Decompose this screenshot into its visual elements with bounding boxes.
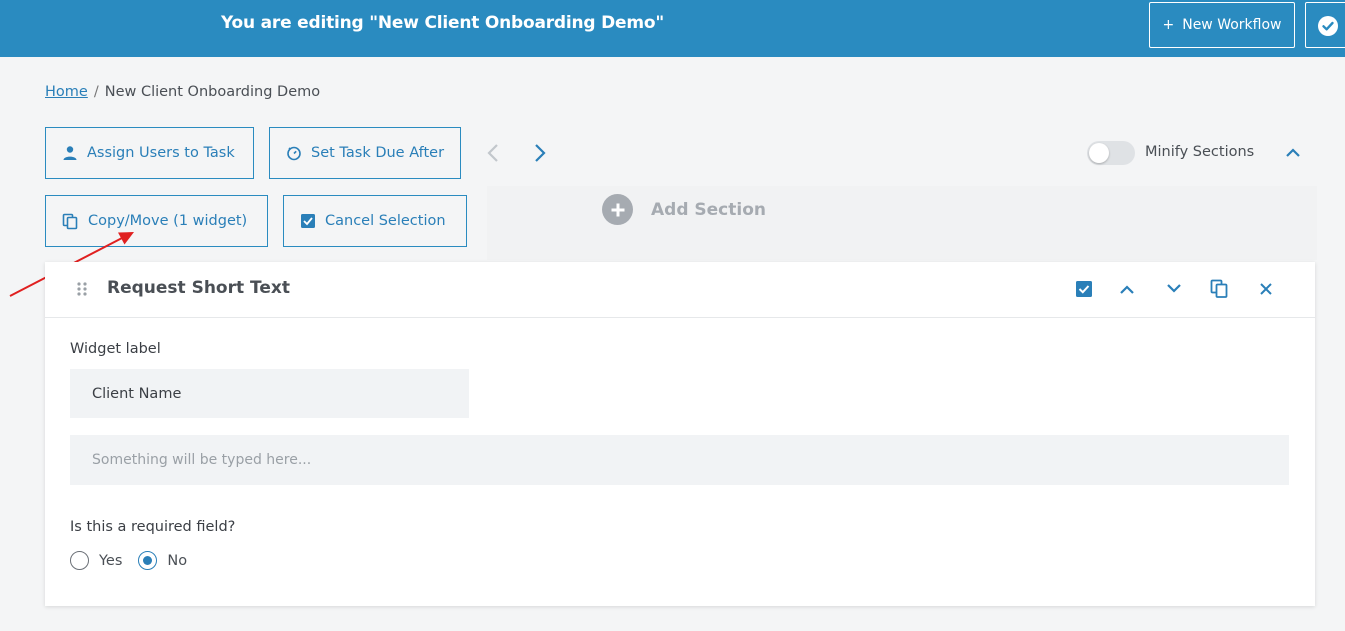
- radio-yes[interactable]: [70, 551, 89, 570]
- add-section-label: Add Section: [651, 199, 766, 220]
- toggle-knob: [1089, 143, 1109, 163]
- cancel-selection-button[interactable]: Cancel Selection: [283, 195, 467, 247]
- new-workflow-label: New Workflow: [1182, 17, 1282, 33]
- set-task-due-label: Set Task Due After: [311, 145, 445, 161]
- add-section-button[interactable]: Add Section: [602, 194, 766, 225]
- close-icon[interactable]: [1259, 282, 1273, 296]
- move-up-icon[interactable]: [1118, 282, 1136, 296]
- assign-users-button[interactable]: Assign Users to Task: [45, 127, 254, 179]
- user-icon: [63, 146, 77, 160]
- publish-button[interactable]: [1305, 2, 1345, 48]
- breadcrumb-separator: /: [93, 84, 99, 100]
- widget-label-input[interactable]: [70, 369, 469, 418]
- widget-title: Request Short Text: [107, 278, 290, 298]
- select-checkbox-icon[interactable]: [1075, 280, 1093, 298]
- plus-icon: +: [1162, 17, 1175, 33]
- set-task-due-button[interactable]: Set Task Due After: [269, 127, 461, 179]
- minify-sections-label: Minify Sections: [1145, 144, 1255, 160]
- radio-no-label: No: [167, 552, 188, 569]
- cancel-selection-label: Cancel Selection: [325, 213, 446, 229]
- timer-icon: [287, 146, 301, 161]
- editing-title: You are editing "New Client Onboarding D…: [221, 13, 665, 33]
- widget-header: Request Short Text: [45, 262, 1315, 318]
- breadcrumb: Home / New Client Onboarding Demo: [45, 84, 320, 100]
- plus-circle-icon: [602, 194, 633, 225]
- check-circle-icon: [1318, 16, 1338, 36]
- short-text-preview-input[interactable]: Something will be typed here...: [70, 435, 1289, 485]
- required-radio-group: Yes No: [70, 551, 203, 570]
- top-bar: You are editing "New Client Onboarding D…: [0, 0, 1345, 57]
- breadcrumb-current: New Client Onboarding Demo: [104, 84, 321, 100]
- widget-label-caption: Widget label: [70, 341, 161, 357]
- minify-sections-toggle[interactable]: [1087, 141, 1135, 165]
- radio-yes-label: Yes: [99, 552, 123, 569]
- new-workflow-button[interactable]: + New Workflow: [1149, 2, 1295, 48]
- radio-no[interactable]: [138, 551, 158, 570]
- chevron-up-icon[interactable]: [1284, 145, 1302, 159]
- chevron-left-icon[interactable]: [485, 142, 501, 164]
- checkbox-checked-icon: [301, 214, 315, 228]
- required-question-label: Is this a required field?: [70, 519, 236, 535]
- duplicate-icon[interactable]: [1210, 279, 1229, 299]
- move-down-icon[interactable]: [1165, 282, 1183, 296]
- drag-handle-icon[interactable]: [76, 281, 88, 297]
- widget-card: Request Short Text Widget label Somethin…: [45, 262, 1315, 606]
- chevron-right-icon[interactable]: [532, 142, 548, 164]
- assign-users-label: Assign Users to Task: [87, 145, 235, 161]
- breadcrumb-home-link[interactable]: Home: [45, 84, 88, 100]
